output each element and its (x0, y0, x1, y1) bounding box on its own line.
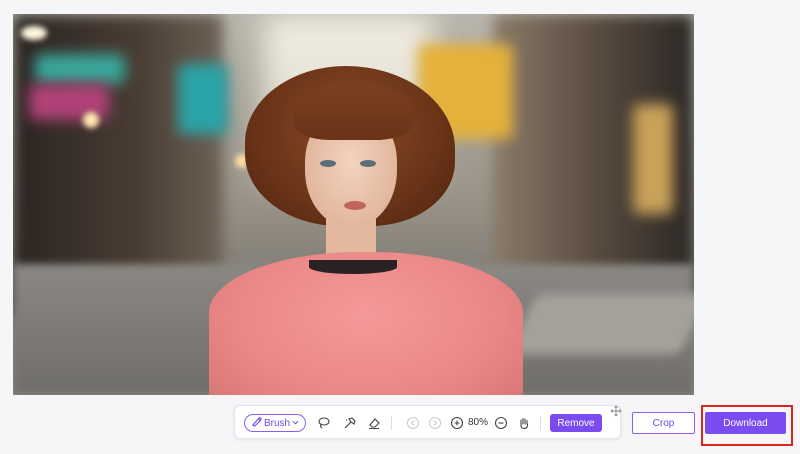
crop-button[interactable]: Crop (632, 412, 695, 434)
magic-brush-icon[interactable] (342, 415, 358, 431)
edit-toolbar: Brush 80% Remove (234, 404, 622, 439)
zoom-in-icon[interactable] (449, 415, 465, 431)
undo-icon[interactable] (405, 415, 421, 431)
zoom-level: 80% (468, 417, 489, 428)
brush-tool-dropdown[interactable]: Brush (244, 414, 306, 432)
toolbar-divider (540, 416, 541, 430)
toolbar-divider (391, 416, 392, 430)
download-button[interactable]: Download (705, 412, 786, 434)
move-icon[interactable] (610, 404, 622, 417)
brush-icon (251, 416, 262, 430)
chevron-down-icon (292, 418, 299, 429)
zoom-out-icon[interactable] (493, 415, 509, 431)
image-canvas[interactable] (13, 14, 694, 395)
eraser-icon[interactable] (366, 415, 382, 431)
redo-icon[interactable] (427, 415, 443, 431)
remove-button[interactable]: Remove (550, 414, 602, 432)
brush-label: Brush (263, 417, 291, 429)
lasso-icon[interactable] (316, 415, 332, 431)
hand-icon[interactable] (516, 415, 532, 431)
